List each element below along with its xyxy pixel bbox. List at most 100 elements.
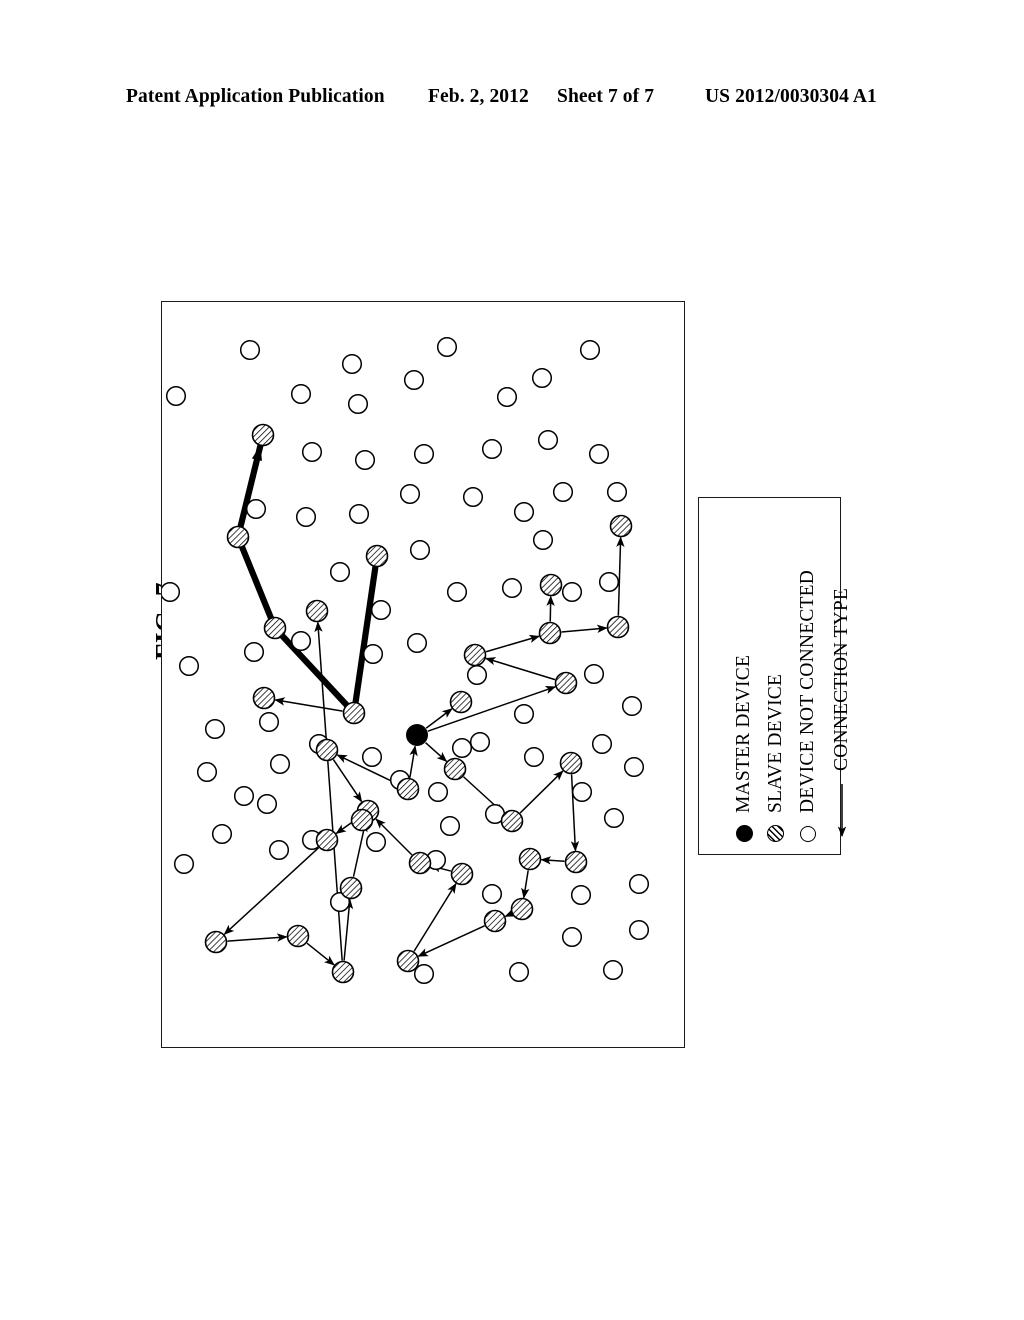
connection-edge [227,933,288,942]
slave-device-node [554,671,578,695]
unconnected-device-node [552,481,574,503]
unconnected-device-node [365,831,387,853]
unconnected-device-node [406,632,428,654]
unconnected-device-node [409,539,431,561]
slave-device-node [450,862,474,886]
legend-item-label: SLAVE DEVICE [765,673,787,813]
unconnected-device-node [570,884,592,906]
slave-device-node [315,828,339,852]
publication-label: Patent Application Publication [126,86,385,107]
connection-edge [306,942,335,966]
unconnected-device-node [598,571,620,593]
unconnected-device-node [561,926,583,948]
slave-device-node [305,599,329,623]
connection-edge [354,567,377,702]
unconnected-device-node [621,695,643,717]
slave-device-node [449,690,473,714]
unconnected-device-node [370,599,392,621]
arrow-icon [837,784,847,838]
unconnected-device-node [501,577,523,599]
legend-rows: MASTER DEVICE SLAVE DEVICE DEVICE NOT CONN… [699,498,852,856]
unconnected-device-node [301,441,323,463]
patent-number: US 2012/0030304 A1 [705,86,877,107]
network-topology-svg [162,336,650,985]
unconnected-device-node [165,385,187,407]
unconnected-device-node [362,643,384,665]
thick-connection [278,632,350,709]
unconnected-device-node [591,733,613,755]
slave-device-node [226,525,250,549]
slave-device-icon [766,822,786,842]
unconnected-device-node [403,369,425,391]
unconnected-device-node [256,793,278,815]
unconnected-device-node [290,630,312,652]
unconnected-device-node [239,339,261,361]
unconnected-device-node [481,883,503,905]
slave-device-node [483,909,507,933]
unconnected-device-node [233,785,255,807]
slave-device-node [510,897,534,921]
slave-device-node [286,924,310,948]
unconnected-device-node [243,641,265,663]
legend-item-label: MASTER DEVICE [733,654,755,813]
unconnected-device-node [361,746,383,768]
slave-device-node [518,847,542,871]
unconnected-device-node [603,807,625,829]
unconnected-device-node [496,386,518,408]
unconnected-device-node [532,529,554,551]
legend-item-label: CONNECTION TYPE [831,587,853,771]
unconnected-device-node [341,353,363,375]
unconnected-device-node [268,839,290,861]
legend-item-label: DEVICE NOT CONNECTED [797,569,819,813]
unconnected-device-node [561,581,583,603]
master-device [406,724,428,746]
slave-device-node [500,809,524,833]
sheet-number: Sheet 7 of 7 [557,86,655,107]
slave-device-node [396,949,420,973]
unconnected-device-node [196,761,218,783]
master-device-icon [734,822,754,842]
connection-edges [223,442,625,966]
slave-device-node [204,930,228,954]
unconnected-device-node [602,959,624,981]
unconnected-device-node [354,449,376,471]
open-circle-icon [799,826,816,842]
patent-header: Patent Application Publication Feb. 2, 2… [0,86,1024,120]
unconnected-device-node [439,815,461,837]
unconnected-device-node [469,731,491,753]
unconnected-device-node [466,664,488,686]
slave-devices [204,423,633,984]
unconnected-device-node [173,853,195,875]
thick-connection [238,543,275,621]
slave-device-node [263,616,287,640]
slave-device-node [538,621,562,645]
connection-edge [425,742,448,763]
legend-item: SLAVE DEVICE [761,512,791,842]
publication-date: Feb. 2, 2012 [428,86,529,107]
unconnected-device-node [451,737,473,759]
unconnected-device-node [295,506,317,528]
slave-device-node [564,850,588,874]
connection-edge [332,759,363,803]
slave-device-node [559,751,583,775]
unconnected-device-node [481,438,503,460]
unconnected-device-node [269,753,291,775]
unconnected-device-node [162,581,181,603]
slave-device-node [350,808,374,832]
connection-edge [274,697,343,712]
slave-device-node [251,423,275,447]
unconnected-device-node [258,711,280,733]
slave-device-node [331,960,355,984]
unconnected-device-node [436,336,458,358]
unconnected-device-node [413,443,435,465]
connection-edge [616,536,625,616]
unconnected-device-node [628,919,650,941]
unconnected-device-node [348,503,370,525]
unconnected-device-node [623,756,645,778]
connection-edge [521,870,530,899]
unconnected-device-node [571,781,593,803]
unconnected-device-node [583,663,605,685]
master-device-node [406,724,428,746]
legend-item: MASTER DEVICE [729,512,759,842]
unconnected-device-node [204,718,226,740]
